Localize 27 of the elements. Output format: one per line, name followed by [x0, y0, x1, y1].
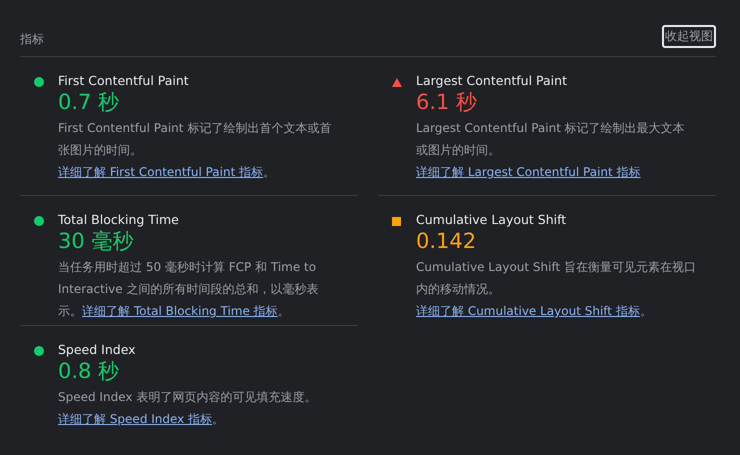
- metric-value: 0.7 秒: [58, 89, 120, 115]
- learn-more-link[interactable]: 详细了解 Total Blocking Time 指标: [82, 304, 278, 318]
- metric-description: Speed Index 表明了网页内容的可见填充速度。 详细了解 Speed Index 指标。: [58, 389, 318, 428]
- metric-description: 当任务用时超过 50 毫秒时计算 FCP 和 Time to Interactive 之间的所有时间段的总和，以毫秒表示。详细了解 Total Blocking Time 指标。: [58, 259, 320, 320]
- triangle-icon: [392, 78, 402, 87]
- learn-more-link[interactable]: 详细了解 Speed Index 指标: [58, 412, 212, 426]
- learn-more-link[interactable]: 详细了解 Largest Contentful Paint 指标: [416, 165, 641, 179]
- learn-more-link[interactable]: 详细了解 First Contentful Paint 指标: [58, 165, 264, 179]
- metric-description: Cumulative Layout Shift 旨在衡量可见元素在视口内的移动情况。 详细了解 Cumulative Layout Shift 指标。: [416, 259, 696, 320]
- metric-title: First Contentful Paint: [58, 72, 190, 89]
- metric-title: Cumulative Layout Shift: [416, 211, 568, 228]
- section-title: 指标: [20, 30, 44, 48]
- metric-description: First Contentful Paint 标记了绘制出首个文本或首张图片的时间。 详细了解 First Contentful Paint 指标。: [58, 120, 332, 181]
- metric-value: 30 毫秒: [58, 228, 134, 254]
- metric-description: Largest Contentful Paint 标记了绘制出最大文本或图片的时间。 详细了解 Largest Contentful Paint 指标: [416, 120, 686, 181]
- circle-icon: [34, 216, 44, 226]
- square-icon: [392, 217, 401, 226]
- metric-title: Total Blocking Time: [58, 211, 180, 228]
- metric-value: 0.8 秒: [58, 358, 120, 384]
- metric-title: Speed Index: [58, 341, 137, 358]
- metric-value: 6.1 秒: [416, 89, 478, 115]
- collapse-view-button[interactable]: 收起视图: [662, 24, 716, 48]
- circle-icon: [34, 77, 44, 87]
- learn-more-link[interactable]: 详细了解 Cumulative Layout Shift 指标: [416, 304, 640, 318]
- circle-icon: [34, 346, 44, 356]
- metric-value: 0.142: [416, 228, 478, 254]
- metric-title: Largest Contentful Paint: [416, 72, 568, 89]
